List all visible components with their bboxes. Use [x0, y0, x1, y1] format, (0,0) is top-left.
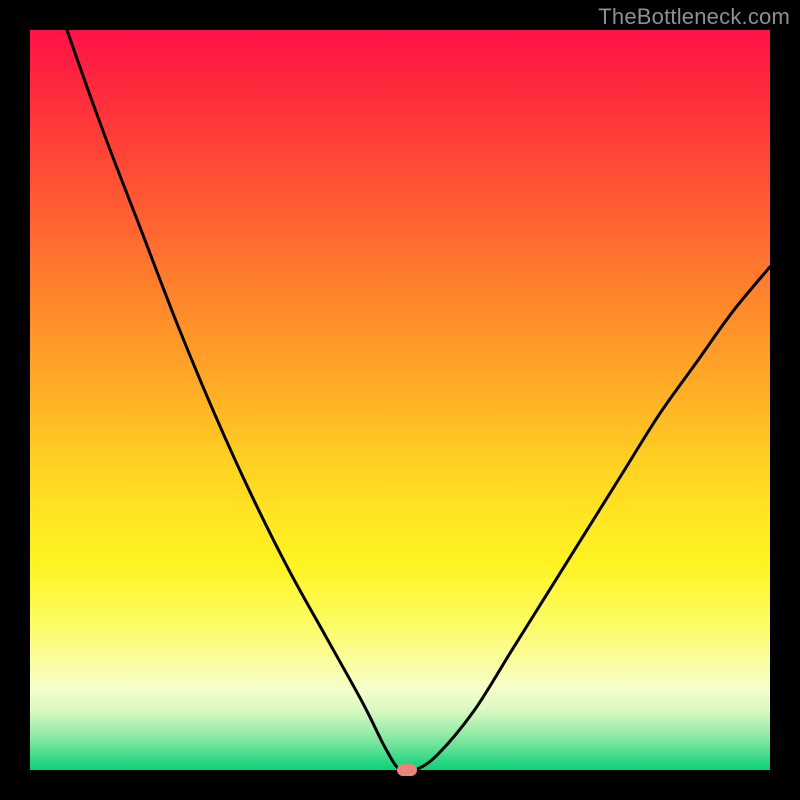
bottleneck-curve [30, 30, 770, 770]
watermark-text: TheBottleneck.com [598, 4, 790, 30]
optimal-point-marker [397, 764, 417, 776]
curve-svg [30, 30, 770, 770]
chart-frame: TheBottleneck.com [0, 0, 800, 800]
plot-area [30, 30, 770, 770]
